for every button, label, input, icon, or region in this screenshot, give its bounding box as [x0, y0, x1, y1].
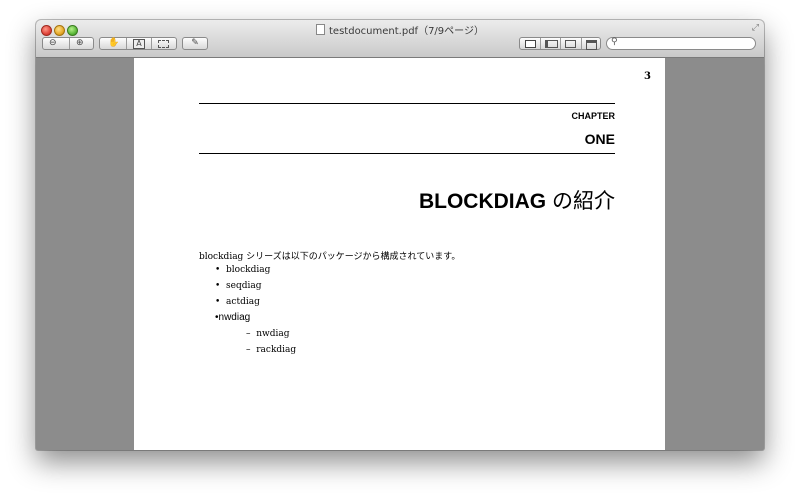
pdf-page: 3 CHAPTER ONE BLOCKDIAG の紹介 blockdiag シリ… [134, 58, 665, 450]
search-icon: ⚲ [611, 37, 618, 47]
single-page-icon [524, 40, 536, 48]
list-item-text: rackdiag [256, 345, 297, 355]
list-item: • blockdiag [215, 265, 270, 275]
intro-paragraph: blockdiag シリーズは以下のパッケージから構成されています。 [199, 252, 461, 262]
toolbar: testdocument.pdf（7/9ページ） ⤢ ⊖ ⊕ ✋ A ✎ ⚲ [36, 20, 764, 58]
heading-rest: の紹介 [546, 190, 615, 213]
hand-icon[interactable]: ✋ [108, 38, 119, 49]
text-tool-icon: A [133, 39, 145, 49]
text-select-tool-button[interactable]: A [127, 38, 151, 49]
dash-bullet: – [246, 329, 251, 339]
sidebar-view-icon[interactable] [545, 40, 558, 48]
contact-sheet-icon[interactable] [586, 40, 597, 50]
chapter-bottom-rule [199, 153, 615, 154]
list-item: • seqdiag [215, 281, 262, 291]
bullet: • [215, 281, 221, 291]
heading-bold: BLOCKDIAG [418, 190, 547, 213]
list-item-text: seqdiag [226, 281, 262, 291]
bullet: • [215, 297, 221, 307]
list-item: •nwdiag [215, 312, 250, 323]
list-item-text: nwdiag [256, 329, 290, 339]
search-field[interactable]: ⚲ [606, 37, 756, 50]
zoom-out-icon[interactable]: ⊖ [49, 38, 57, 49]
zoom-control: ⊖ ⊕ [42, 37, 94, 50]
section-heading: BLOCKDIAG の紹介 [419, 185, 615, 215]
chapter-number: ONE [584, 131, 615, 147]
annotate-button[interactable]: ✎ [182, 37, 208, 50]
chapter-label: CHAPTER [571, 111, 615, 121]
two-page-icon[interactable] [565, 40, 576, 48]
dash-bullet: – [246, 345, 251, 355]
window-title: testdocument.pdf（7/9ページ） [36, 22, 764, 37]
preview-window: testdocument.pdf（7/9ページ） ⤢ ⊖ ⊕ ✋ A ✎ ⚲ 3… [36, 20, 764, 450]
list-item-text: nwdiag [218, 312, 251, 323]
tool-control: ✋ A [99, 37, 177, 50]
list-item: • actdiag [215, 297, 260, 307]
sub-list-item: – rackdiag [246, 345, 296, 355]
view-single-button[interactable] [520, 38, 540, 49]
list-item-text: actdiag [226, 297, 260, 307]
fullscreen-icon[interactable]: ⤢ [752, 23, 759, 33]
sub-list-item: – nwdiag [246, 329, 290, 339]
bullet: • [215, 265, 221, 275]
page-number: 3 [644, 71, 651, 82]
zoom-in-icon[interactable]: ⊕ [76, 38, 84, 49]
pencil-icon: ✎ [191, 38, 199, 48]
window-title-text: testdocument.pdf（7/9ページ） [329, 26, 484, 37]
view-mode-control [519, 37, 601, 50]
chapter-top-rule [199, 103, 615, 104]
document-icon [316, 24, 326, 35]
rectangle-select-icon[interactable] [158, 40, 169, 48]
list-item-text: blockdiag [226, 265, 271, 275]
